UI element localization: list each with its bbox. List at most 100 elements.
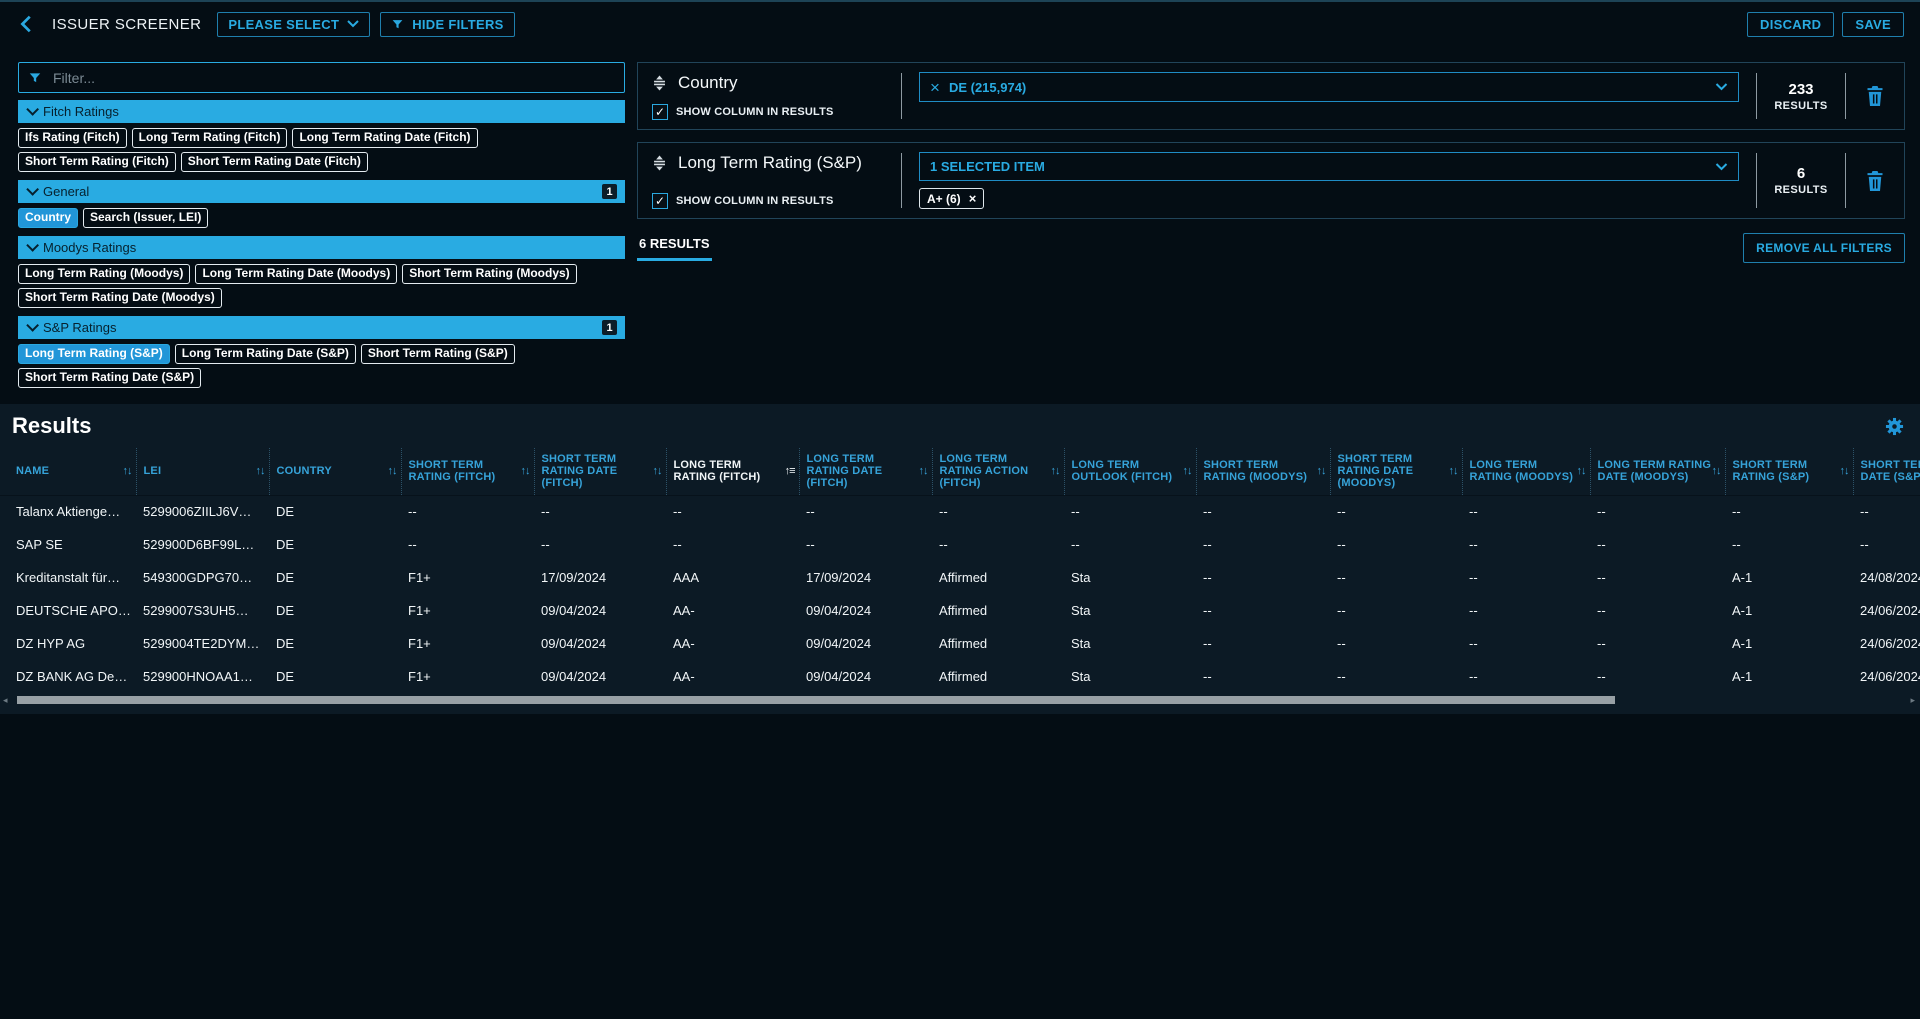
column-header-short-term-rating-date-moodys[interactable]: SHORT TERM RATING DATE (MOODYS)↑↓ <box>1330 448 1462 495</box>
sort-icon[interactable]: ↑↓ <box>1577 465 1586 477</box>
delete-filter-button[interactable] <box>1846 150 1904 211</box>
column-header-long-term-rating-fitch[interactable]: LONG TERM RATING (FITCH)↑≡ <box>666 448 799 495</box>
section-header-moodys-ratings[interactable]: Moodys Ratings <box>18 236 625 259</box>
section-chips: Long Term Rating (S&P)Long Term Rating D… <box>18 339 625 389</box>
section-header-s-p-ratings[interactable]: S&P Ratings1 <box>18 316 625 339</box>
column-header-label: SHORT TERM RATING DATE (MOODYS) <box>1338 453 1449 489</box>
field-chip-long-term-rating-s-p[interactable]: Long Term Rating (S&P) <box>18 344 170 364</box>
screen-select-dropdown[interactable]: PLEASE SELECT <box>217 12 370 37</box>
show-column-checkbox[interactable]: ✓ <box>652 104 668 120</box>
table-cell: 09/04/2024 <box>799 660 932 693</box>
field-chip-search-issuer-lei[interactable]: Search (Issuer, LEI) <box>83 208 208 228</box>
column-header-long-term-rating-date-moodys[interactable]: LONG TERM RATING DATE (MOODYS)↑↓ <box>1590 448 1725 495</box>
sort-icon[interactable]: ↑↓ <box>1840 465 1849 477</box>
country-select[interactable]: × DE (215,974) <box>919 72 1739 102</box>
table-cell: DE <box>269 594 401 627</box>
chevron-down-icon <box>26 183 39 196</box>
field-chip-country[interactable]: Country <box>18 208 78 228</box>
back-icon[interactable] <box>16 12 40 36</box>
hide-filters-button[interactable]: HIDE FILTERS <box>380 12 514 37</box>
settings-gear-icon[interactable] <box>1885 417 1904 436</box>
table-row[interactable]: DEUTSCHE APO…5299007S3UH5…DEF1+09/04/202… <box>0 594 1920 627</box>
table-cell: Affirmed <box>932 627 1064 660</box>
field-chip-ifs-rating-fitch[interactable]: Ifs Rating (Fitch) <box>18 128 127 148</box>
horizontal-scrollbar[interactable]: ◂ ▸ <box>0 695 1920 705</box>
column-header-long-term-rating-action-fitch[interactable]: LONG TERM RATING ACTION (FITCH)↑↓ <box>932 448 1064 495</box>
save-button[interactable]: SAVE <box>1842 12 1904 37</box>
sort-icon[interactable]: ↑↓ <box>521 465 530 477</box>
divider <box>1845 73 1846 119</box>
clear-tag-icon[interactable]: × <box>930 79 940 96</box>
table-cell: A-1 <box>1725 627 1853 660</box>
table-row[interactable]: DZ BANK AG De…529900HNOAA1…DEF1+09/04/20… <box>0 660 1920 693</box>
rating-select[interactable]: 1 SELECTED ITEM <box>919 152 1739 181</box>
table-cell: 5299007S3UH5… <box>136 594 269 627</box>
sort-active-icon[interactable]: ↑≡ <box>785 465 795 477</box>
field-chip-long-term-rating-fitch[interactable]: Long Term Rating (Fitch) <box>132 128 288 148</box>
table-row[interactable]: DZ HYP AG5299004TE2DYM…DEF1+09/04/2024AA… <box>0 627 1920 660</box>
field-chip-long-term-rating-date-moodys[interactable]: Long Term Rating Date (Moodys) <box>195 264 397 284</box>
results-panel: Results NAME↑↓LEI↑↓COUNTRY↑↓SHORT TERM R… <box>0 404 1920 714</box>
scrollbar-thumb[interactable] <box>17 696 1615 704</box>
column-header-name[interactable]: NAME↑↓ <box>0 448 136 495</box>
column-header-label: SHORT TERM RATING DATE (S&P) <box>1861 459 1920 483</box>
field-chip-short-term-rating-date-moodys[interactable]: Short Term Rating Date (Moodys) <box>18 288 222 308</box>
field-chip-short-term-rating-date-s-p[interactable]: Short Term Rating Date (S&P) <box>18 368 201 388</box>
field-chip-short-term-rating-date-fitch[interactable]: Short Term Rating Date (Fitch) <box>181 152 368 172</box>
scroll-right-icon[interactable]: ▸ <box>1907 696 1918 705</box>
table-cell: 17/09/2024 <box>799 561 932 594</box>
column-header-label: SHORT TERM RATING (MOODYS) <box>1204 459 1317 483</box>
trash-icon <box>1865 170 1885 192</box>
section-label: General <box>43 184 89 199</box>
sort-icon[interactable]: ↑↓ <box>1712 465 1721 477</box>
remove-value-icon[interactable]: × <box>969 191 977 206</box>
results-count-tab[interactable]: 6 RESULTS <box>637 233 712 261</box>
column-header-short-term-rating-date-fitch[interactable]: SHORT TERM RATING DATE (FITCH)↑↓ <box>534 448 666 495</box>
selected-value-chip[interactable]: A+ (6) × <box>919 188 984 209</box>
table-row[interactable]: Talanx Aktienge…5299006ZIILJ6V…DE-------… <box>0 495 1920 528</box>
sort-icon[interactable]: ↑↓ <box>919 465 928 477</box>
delete-filter-button[interactable] <box>1846 70 1904 122</box>
column-header-label: LONG TERM OUTLOOK (FITCH) <box>1072 459 1183 483</box>
column-header-lei[interactable]: LEI↑↓ <box>136 448 269 495</box>
sort-icon[interactable]: ↑↓ <box>653 465 662 477</box>
filter-search-input[interactable] <box>51 69 615 87</box>
section-header-general[interactable]: General1 <box>18 180 625 203</box>
sort-icon[interactable]: ↑↓ <box>1051 465 1060 477</box>
sort-icon[interactable]: ↑↓ <box>123 465 132 477</box>
remove-all-filters-button[interactable]: REMOVE ALL FILTERS <box>1743 233 1905 263</box>
field-chip-short-term-rating-moodys[interactable]: Short Term Rating (Moodys) <box>402 264 576 284</box>
column-header-short-term-rating-moodys[interactable]: SHORT TERM RATING (MOODYS)↑↓ <box>1196 448 1330 495</box>
sort-icon[interactable]: ↑↓ <box>256 465 265 477</box>
table-cell: -- <box>799 528 932 561</box>
table-cell: A-1 <box>1725 561 1853 594</box>
column-header-short-term-rating-date-s-p[interactable]: SHORT TERM RATING DATE (S&P)↑↓ <box>1853 448 1920 495</box>
drag-handle-icon[interactable] <box>652 155 667 171</box>
field-chip-long-term-rating-date-fitch[interactable]: Long Term Rating Date (Fitch) <box>292 128 477 148</box>
table-row[interactable]: Kreditanstalt für…549300GDPG70…DEF1+17/0… <box>0 561 1920 594</box>
column-header-long-term-rating-moodys[interactable]: LONG TERM RATING (MOODYS)↑↓ <box>1462 448 1590 495</box>
column-header-long-term-outlook-fitch[interactable]: LONG TERM OUTLOOK (FITCH)↑↓ <box>1064 448 1196 495</box>
table-cell: F1+ <box>401 660 534 693</box>
sort-icon[interactable]: ↑↓ <box>1317 465 1326 477</box>
field-chip-short-term-rating-s-p[interactable]: Short Term Rating (S&P) <box>361 344 515 364</box>
sort-icon[interactable]: ↑↓ <box>1183 465 1192 477</box>
discard-button[interactable]: DISCARD <box>1747 12 1834 37</box>
table-row[interactable]: SAP SE529900D6BF99L…DE------------------… <box>0 528 1920 561</box>
table-cell: 09/04/2024 <box>534 594 666 627</box>
sort-icon[interactable]: ↑↓ <box>1449 465 1458 477</box>
table-cell: -- <box>1462 495 1590 528</box>
field-chip-short-term-rating-fitch[interactable]: Short Term Rating (Fitch) <box>18 152 176 172</box>
column-header-short-term-rating-s-p[interactable]: SHORT TERM RATING (S&P)↑↓ <box>1725 448 1853 495</box>
scroll-left-icon[interactable]: ◂ <box>0 696 11 705</box>
column-header-country[interactable]: COUNTRY↑↓ <box>269 448 401 495</box>
sort-icon[interactable]: ↑↓ <box>388 465 397 477</box>
show-column-checkbox[interactable]: ✓ <box>652 193 668 209</box>
column-header-short-term-rating-fitch[interactable]: SHORT TERM RATING (FITCH)↑↓ <box>401 448 534 495</box>
column-header-long-term-rating-date-fitch[interactable]: LONG TERM RATING DATE (FITCH)↑↓ <box>799 448 932 495</box>
section-header-fitch-ratings[interactable]: Fitch Ratings <box>18 100 625 123</box>
drag-handle-icon[interactable] <box>652 75 667 91</box>
show-column-label: SHOW COLUMN IN RESULTS <box>676 195 834 207</box>
field-chip-long-term-rating-date-s-p[interactable]: Long Term Rating Date (S&P) <box>175 344 356 364</box>
field-chip-long-term-rating-moodys[interactable]: Long Term Rating (Moodys) <box>18 264 190 284</box>
